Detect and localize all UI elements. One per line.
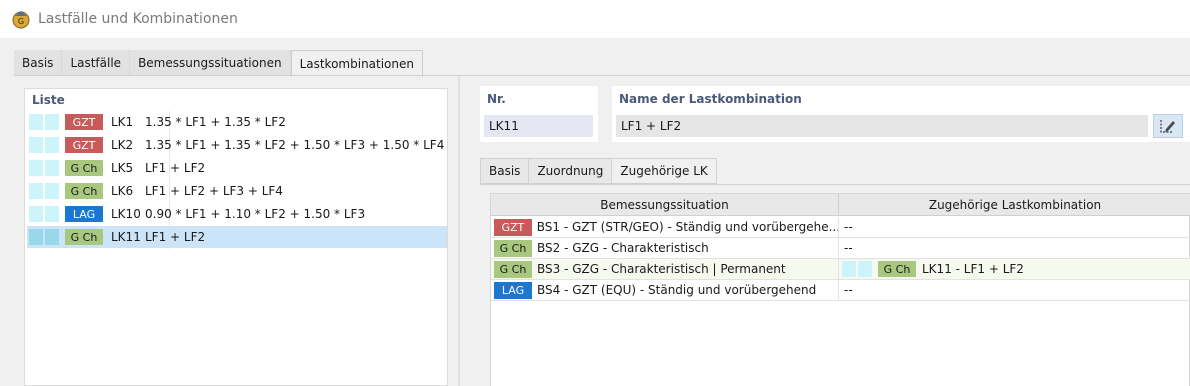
title-bar: G Lastfälle und Kombinationen	[0, 0, 1190, 38]
color-swatch	[29, 183, 43, 199]
related-combinations-table: Bemessungssituation Zugehörige Lastkombi…	[490, 193, 1190, 386]
situation-text: BS2 - GZG - Charakteristisch	[537, 241, 709, 255]
list-item-selected[interactable]: G Ch LK11 LF1 + LF2	[27, 226, 447, 248]
combination-id: LK6	[111, 184, 134, 198]
combination-formula: LF1 + LF2	[145, 230, 206, 244]
situation-cell: LAG BS4 - GZT (EQU) - Ständig und vorübe…	[491, 280, 839, 300]
color-swatch	[45, 160, 59, 176]
situation-text: BS4 - GZT (EQU) - Ständig und vorübergeh…	[537, 283, 817, 297]
combination-cell: --	[839, 280, 1190, 300]
status-badge: G Ch	[494, 239, 532, 257]
subtab-zuordnung[interactable]: Zuordnung	[528, 158, 612, 184]
combination-id: LK5	[111, 161, 134, 175]
color-swatch	[45, 114, 59, 130]
list-item[interactable]: GZT LK1 1.35 * LF1 + 1.35 * LF2	[27, 111, 447, 133]
window-title: Lastfälle und Kombinationen	[38, 11, 238, 27]
combination-id: LK10	[111, 207, 141, 221]
color-swatch	[45, 183, 59, 199]
name-field[interactable]: LF1 + LF2	[616, 115, 1148, 137]
color-swatch	[29, 229, 43, 245]
status-badge: LAG	[65, 206, 103, 222]
combination-cell: --	[839, 217, 1190, 237]
detail-body: Bemessungssituation Zugehörige Lastkombi…	[480, 184, 1190, 386]
table-header: Bemessungssituation Zugehörige Lastkombi…	[491, 194, 1190, 216]
combination-text: --	[844, 241, 853, 255]
detail-tabs: Basis Zuordnung Zugehörige LK	[480, 158, 717, 184]
panel-splitter[interactable]	[458, 76, 460, 386]
column-header-situation[interactable]: Bemessungssituation	[491, 194, 839, 216]
status-badge: GZT	[65, 114, 103, 130]
combination-id: LK1	[111, 115, 134, 129]
list-item[interactable]: GZT LK2 1.35 * LF1 + 1.35 * LF2 + 1.50 *…	[27, 134, 447, 156]
color-swatch	[45, 206, 59, 222]
app-icon: G	[12, 11, 30, 29]
tab-divider	[14, 75, 1190, 76]
combination-id: LK2	[111, 138, 134, 152]
list-item[interactable]: G Ch LK6 LF1 + LF2 + LF3 + LF4	[27, 180, 447, 202]
detail-area: Basis Zuordnung Zugehörige LK Bemessungs…	[480, 156, 1190, 386]
status-badge: G Ch	[65, 183, 103, 199]
color-swatch	[45, 137, 59, 153]
situation-cell: G Ch BS2 - GZG - Charakteristisch	[491, 238, 839, 258]
combination-id: LK11	[111, 230, 141, 244]
name-label: Name der Lastkombination	[619, 92, 802, 106]
name-section: Name der Lastkombination LF1 + LF2	[612, 86, 1190, 142]
edit-icon	[1160, 120, 1175, 133]
column-header-combination[interactable]: Zugehörige Lastkombination	[839, 194, 1190, 216]
svg-text:G: G	[18, 17, 24, 26]
tab-basis[interactable]: Basis	[14, 50, 63, 76]
combination-cell: G Ch LK11 - LF1 + LF2	[839, 259, 1190, 279]
combination-formula: 1.35 * LF1 + 1.35 * LF2 + 1.50 * LF3 + 1…	[145, 138, 445, 152]
subtab-basis[interactable]: Basis	[480, 158, 529, 184]
table-row[interactable]: GZT BS1 - GZT (STR/GEO) - Ständig und vo…	[491, 217, 1190, 238]
situation-text: BS3 - GZG - Charakteristisch | Permanent	[537, 262, 786, 276]
color-swatch	[29, 114, 43, 130]
status-badge: GZT	[494, 218, 532, 236]
list-panel: Liste GZT LK1 1.35 * LF1 + 1.35 * LF2 GZ…	[24, 88, 448, 386]
tab-bemessungssituationen[interactable]: Bemessungssituationen	[130, 50, 291, 76]
combination-text: --	[844, 283, 853, 297]
combination-cell: --	[839, 238, 1190, 258]
list-header: Liste	[32, 93, 65, 107]
main-tabs: Basis Lastfälle Bemessungssituationen La…	[14, 50, 423, 77]
list-item[interactable]: G Ch LK5 LF1 + LF2	[27, 157, 447, 179]
tab-lastkombinationen[interactable]: Lastkombinationen	[290, 50, 423, 77]
color-swatch	[842, 261, 856, 277]
status-badge: G Ch	[878, 261, 916, 277]
table-row[interactable]: LAG BS4 - GZT (EQU) - Ständig und vorübe…	[491, 280, 1190, 301]
situation-text: BS1 - GZT (STR/GEO) - Ständig und vorübe…	[536, 220, 838, 234]
number-label: Nr.	[487, 92, 506, 106]
combination-formula: LF1 + LF2 + LF3 + LF4	[145, 184, 283, 198]
color-swatch	[45, 229, 59, 245]
tab-lastfaelle[interactable]: Lastfälle	[62, 50, 131, 76]
list-item[interactable]: LAG LK10 0.90 * LF1 + 1.10 * LF2 + 1.50 …	[27, 203, 447, 225]
combination-formula: 0.90 * LF1 + 1.10 * LF2 + 1.50 * LF3	[145, 207, 366, 221]
situation-cell: GZT BS1 - GZT (STR/GEO) - Ständig und vo…	[491, 217, 839, 237]
status-badge: GZT	[65, 137, 103, 153]
edit-name-button[interactable]	[1153, 114, 1183, 138]
color-swatch	[29, 206, 43, 222]
table-row[interactable]: G Ch BS2 - GZG - Charakteristisch --	[491, 238, 1190, 259]
color-swatch	[29, 137, 43, 153]
table-row[interactable]: G Ch BS3 - GZG - Charakteristisch | Perm…	[491, 259, 1190, 280]
combination-formula: 1.35 * LF1 + 1.35 * LF2	[145, 115, 286, 129]
status-badge: LAG	[494, 281, 532, 299]
number-section: Nr. LK11	[480, 86, 598, 142]
situation-cell: G Ch BS3 - GZG - Charakteristisch | Perm…	[491, 259, 839, 279]
status-badge: G Ch	[494, 260, 532, 278]
status-badge: G Ch	[65, 229, 103, 245]
number-field[interactable]: LK11	[484, 115, 593, 137]
subtab-zugehoerige-lk[interactable]: Zugehörige LK	[611, 158, 717, 184]
combination-formula: LF1 + LF2	[145, 161, 206, 175]
combination-text: --	[844, 220, 853, 234]
color-swatch	[29, 160, 43, 176]
combination-text: LK11 - LF1 + LF2	[922, 262, 1024, 276]
status-badge: G Ch	[65, 160, 103, 176]
color-swatch	[858, 261, 872, 277]
